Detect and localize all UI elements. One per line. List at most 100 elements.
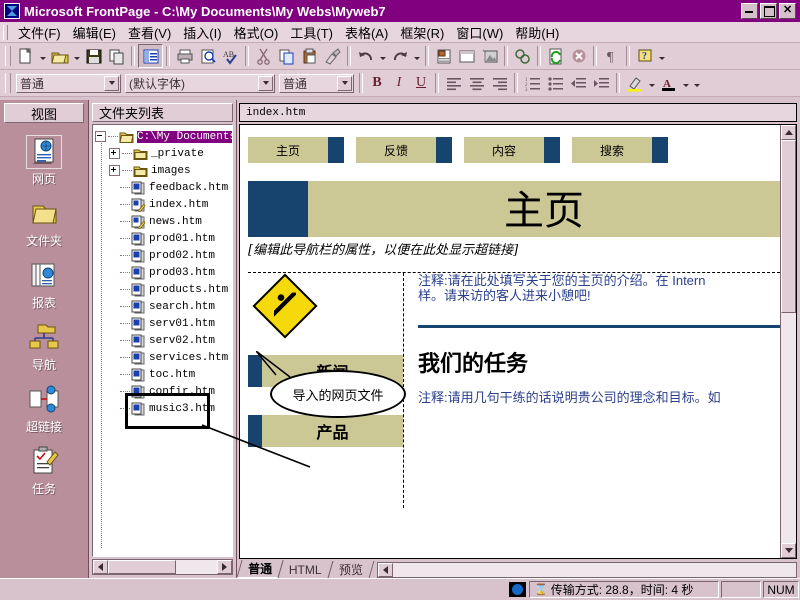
menu-tools[interactable]: 工具(T)	[284, 21, 339, 44]
print-preview-button[interactable]	[196, 45, 219, 67]
help-dropdown[interactable]	[656, 45, 667, 67]
tab-normal[interactable]: 普通	[236, 560, 284, 578]
fontsize-combo[interactable]: 普通	[279, 73, 354, 93]
tree-node-serv01[interactable]: serv01.htm	[95, 315, 232, 332]
fontsize-combo-arrow[interactable]	[337, 75, 352, 91]
folder-tree-hscrollbar[interactable]	[92, 559, 233, 575]
new-page-button[interactable]	[14, 45, 37, 67]
font-combo-arrow[interactable]	[258, 75, 273, 91]
publish-button[interactable]	[105, 45, 128, 67]
page-banner[interactable]: 主页	[248, 181, 780, 237]
hscroll-thumb[interactable]	[108, 560, 176, 574]
hscroll-track[interactable]	[108, 560, 217, 574]
style-combo[interactable]: 普通	[16, 73, 121, 93]
vscroll-track[interactable]	[781, 140, 796, 543]
tree-expander-minus[interactable]	[95, 131, 106, 142]
tree-node-private[interactable]: _private	[95, 145, 232, 162]
redo-button[interactable]	[388, 45, 411, 67]
font-color-button[interactable]: A	[657, 72, 680, 94]
tree-node-images[interactable]: images	[95, 162, 232, 179]
editor-hscrollbar[interactable]	[376, 562, 797, 578]
tree-node-serv02[interactable]: serv02.htm	[95, 332, 232, 349]
align-center-button[interactable]	[465, 72, 488, 94]
save-button[interactable]	[82, 45, 105, 67]
undo-button[interactable]	[354, 45, 377, 67]
spelling-button[interactable]: AB	[219, 45, 242, 67]
page-nav-feedback[interactable]: 反馈	[356, 137, 436, 163]
tree-node-services[interactable]: services.htm	[95, 349, 232, 366]
highlight-color-dropdown[interactable]	[646, 72, 657, 94]
page-nav-contents[interactable]: 内容	[464, 137, 544, 163]
tree-node-products[interactable]: products.htm	[95, 281, 232, 298]
tree-node-confir[interactable]: confir.htm	[95, 383, 232, 400]
tree-node-prod03[interactable]: prod03.htm	[95, 264, 232, 281]
menu-table[interactable]: 表格(A)	[339, 21, 394, 44]
sidebar-item-reports[interactable]: 报表	[0, 260, 88, 311]
hscroll-right-button[interactable]	[217, 560, 232, 574]
toggle-folder-list-button[interactable]	[138, 44, 163, 68]
font-color-dropdown[interactable]	[680, 72, 691, 94]
insert-component-button[interactable]	[432, 45, 455, 67]
tree-node-feedback[interactable]: feedback.htm	[95, 179, 232, 196]
menu-edit[interactable]: 编辑(E)	[67, 21, 122, 44]
editor-hscroll-track[interactable]	[392, 563, 796, 577]
undo-dropdown[interactable]	[377, 45, 388, 67]
italic-button[interactable]: I	[388, 72, 410, 94]
increase-indent-button[interactable]	[590, 72, 613, 94]
hscroll-left-button[interactable]	[93, 560, 108, 574]
canvas-vscrollbar[interactable]	[780, 125, 796, 558]
insert-table-button[interactable]	[455, 45, 478, 67]
restore-button[interactable]	[760, 3, 777, 19]
open-dropdown[interactable]	[71, 45, 82, 67]
menu-file[interactable]: 文件(F)	[12, 21, 67, 44]
page-nav-search[interactable]: 搜索	[572, 137, 652, 163]
open-button[interactable]	[48, 45, 71, 67]
tree-node-music3[interactable]: music3.htm	[95, 400, 232, 417]
format-painter-button[interactable]	[321, 45, 344, 67]
document-tab[interactable]: index.htm	[239, 103, 797, 122]
tree-node-search[interactable]: search.htm	[95, 298, 232, 315]
bold-button[interactable]: B	[366, 72, 388, 94]
tree-node-toc[interactable]: toc.htm	[95, 366, 232, 383]
tree-node-news[interactable]: news.htm	[95, 213, 232, 230]
insert-image-button[interactable]	[478, 45, 501, 67]
tab-preview[interactable]: 预览	[327, 561, 375, 578]
tree-node-prod02[interactable]: prod02.htm	[95, 247, 232, 264]
sidebar-item-page[interactable]: 网页	[0, 135, 88, 187]
sidebar-item-hyperlinks[interactable]: 超链接	[0, 384, 88, 435]
redo-dropdown[interactable]	[411, 45, 422, 67]
tree-expander-plus-images[interactable]	[109, 165, 120, 176]
toolbar-overflow-button[interactable]	[691, 72, 702, 94]
sidebar-item-navigation[interactable]: 导航	[0, 322, 88, 373]
stop-button[interactable]	[567, 45, 590, 67]
print-button[interactable]	[173, 45, 196, 67]
standard-toolbar-grip[interactable]	[5, 46, 11, 66]
vscroll-down-button[interactable]	[781, 543, 796, 558]
cut-button[interactable]	[252, 45, 275, 67]
vscroll-up-button[interactable]	[781, 125, 796, 140]
highlight-color-button[interactable]	[623, 72, 646, 94]
menu-help[interactable]: 帮助(H)	[509, 21, 565, 44]
menu-frames[interactable]: 框架(R)	[394, 21, 450, 44]
section-header-products[interactable]: 产品	[248, 415, 403, 447]
editor-hscroll-left-button[interactable]	[377, 563, 393, 577]
minimize-button[interactable]	[741, 3, 758, 19]
help-button[interactable]: ?	[633, 45, 656, 67]
menu-grip[interactable]	[3, 24, 8, 40]
sidebar-item-tasks[interactable]: 任务	[0, 446, 88, 497]
tree-node-index[interactable]: index.htm	[95, 196, 232, 213]
font-combo[interactable]: (默认字体)	[125, 73, 275, 93]
tree-node-prod01[interactable]: prod01.htm	[95, 230, 232, 247]
new-page-dropdown[interactable]	[37, 45, 48, 67]
formatting-toolbar-grip[interactable]	[5, 73, 11, 93]
vscroll-thumb[interactable]	[781, 140, 796, 314]
folder-tree[interactable]: C:\My Documents\M _private	[92, 124, 233, 557]
menu-view[interactable]: 查看(V)	[122, 21, 177, 44]
page-canvas[interactable]: 主页 反馈 内容 搜索 主页 [编辑此导航栏的属性，以便在此处显示超链接] 产品…	[240, 125, 780, 558]
sidebar-item-folders[interactable]: 文件夹	[0, 198, 88, 249]
bulleted-list-button[interactable]	[544, 72, 567, 94]
numbered-list-button[interactable]: 123	[521, 72, 544, 94]
copy-button[interactable]	[275, 45, 298, 67]
tab-html[interactable]: HTML	[277, 561, 334, 578]
style-combo-arrow[interactable]	[104, 75, 119, 91]
